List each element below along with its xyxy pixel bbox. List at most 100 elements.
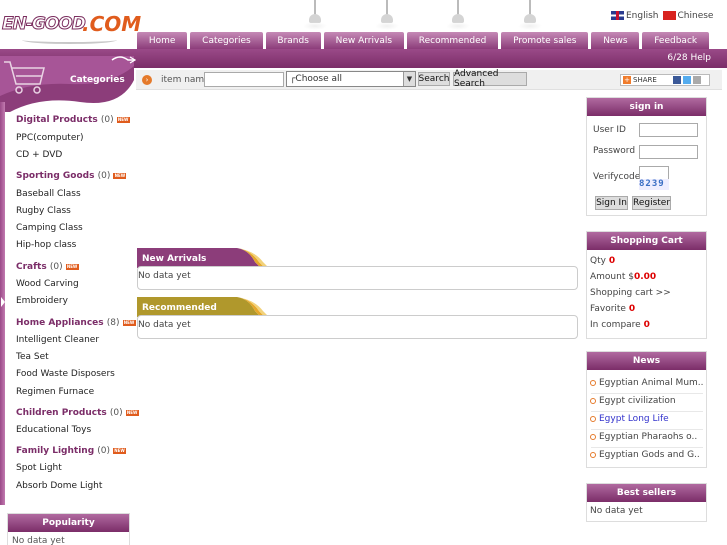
subcategory-link[interactable]: Tea Set — [16, 352, 49, 362]
favorite-link[interactable]: Favorite 0 — [590, 304, 635, 314]
category-crafts[interactable]: Crafts (0) NEW — [16, 262, 79, 272]
category-sporting-goods[interactable]: Sporting Goods (0) NEW — [16, 171, 127, 181]
recommended-box: No data yet — [137, 315, 578, 339]
subcategory-link[interactable]: Hip-hop class — [16, 240, 76, 250]
new-arrivals-title: New Arrivals — [142, 254, 207, 264]
lang-english-link[interactable]: English — [611, 11, 659, 21]
password-label: Password — [593, 146, 636, 156]
new-badge-icon: NEW — [113, 172, 127, 179]
new-badge-icon: NEW — [122, 319, 136, 326]
language-switcher: English Chinese — [611, 10, 713, 22]
bullet-icon — [590, 451, 596, 458]
news-title: News — [587, 352, 706, 370]
date-help-link[interactable]: 6/28 Help — [667, 53, 711, 63]
subcategory-link[interactable]: Wood Carving — [16, 279, 79, 289]
signin-button[interactable]: Sign In — [595, 196, 628, 210]
new-badge-icon: NEW — [65, 263, 79, 270]
share-label: SHARE — [633, 76, 657, 84]
lang-chinese-link[interactable]: Chinese — [662, 11, 714, 21]
bestsellers-title: Best sellers — [587, 484, 706, 502]
category-home-appliances[interactable]: Home Appliances (8) NEW — [16, 318, 136, 328]
verifycode-input[interactable] — [639, 166, 669, 180]
facebook-icon — [672, 76, 681, 84]
subcategory-link[interactable]: Rugby Class — [16, 206, 71, 216]
advanced-search-button[interactable]: Advanced Search — [453, 69, 527, 89]
category-family-lighting[interactable]: Family Lighting (0) NEW — [16, 446, 127, 456]
news-item[interactable]: Egypt civilization — [590, 396, 676, 406]
popularity-box: Popularity No data yet — [7, 513, 130, 545]
uk-flag-icon — [611, 11, 624, 20]
new-arrivals-box: No data yet — [137, 266, 578, 290]
userid-input[interactable] — [639, 123, 698, 137]
lang-english-label: English — [626, 11, 659, 21]
lang-chinese-label: Chinese — [677, 11, 714, 21]
signin-title: sign in — [587, 98, 706, 116]
new-badge-icon: NEW — [113, 447, 127, 454]
subcategory-link[interactable]: Regimen Furnace — [16, 387, 94, 397]
password-input[interactable] — [639, 145, 698, 159]
nav-categories[interactable]: Categories — [189, 31, 264, 49]
compare-link[interactable]: In compare 0 — [590, 320, 650, 330]
category-select[interactable]: ┌Choose all ▼ — [286, 71, 416, 87]
subcategory-link[interactable]: Embroidery — [16, 296, 68, 306]
china-flag-icon — [662, 11, 676, 20]
popularity-empty: No data yet — [12, 536, 65, 545]
shopping-cart-title: Shopping Cart — [587, 232, 706, 250]
nav-new-arrivals[interactable]: New Arrivals — [322, 31, 405, 49]
bestsellers-box: Best sellers — [586, 483, 707, 522]
news-item[interactable]: Egyptian Animal Mum.. — [590, 378, 704, 388]
subcategory-link[interactable]: Intelligent Cleaner — [16, 335, 99, 345]
new-badge-icon: NEW — [125, 409, 139, 416]
news-item[interactable]: Egyptian Pharaohs o.. — [590, 432, 697, 442]
site-logo[interactable]: EN-GOOD .COM — [2, 12, 141, 44]
plus-icon: + — [623, 76, 631, 84]
subcategory-link[interactable]: Camping Class — [16, 223, 83, 233]
nav-feedback[interactable]: Feedback — [641, 31, 710, 49]
chevron-down-icon: ▼ — [403, 72, 415, 86]
bullet-icon — [590, 379, 596, 386]
subcategory-link[interactable]: Food Waste Disposers — [16, 369, 115, 379]
cart-link[interactable]: Shopping cart >> — [590, 288, 671, 298]
nav-home[interactable]: Home — [136, 31, 189, 49]
new-arrivals-empty: No data yet — [138, 271, 191, 281]
subcategory-link[interactable]: Baseball Class — [16, 189, 81, 199]
lamp-icon — [446, 0, 470, 30]
nav-promote-sales[interactable]: Promote sales — [500, 31, 590, 49]
recommended-empty: No data yet — [138, 320, 191, 330]
decor-swirl-icon — [111, 56, 136, 64]
categories-title: Categories — [70, 75, 125, 85]
arrow-right-icon: › — [142, 75, 152, 85]
category-select-value: ┌Choose all — [290, 74, 343, 84]
popularity-title: Popularity — [8, 514, 129, 532]
logo-text-main: EN-GOOD — [2, 14, 87, 35]
subcategory-link[interactable]: Absorb Dome Light — [16, 481, 102, 491]
category-children-products[interactable]: Children Products (0) NEW — [16, 408, 139, 418]
userid-label: User ID — [593, 125, 626, 135]
register-button[interactable]: Register — [632, 196, 671, 210]
subcategory-link[interactable]: PPC(computer) — [16, 133, 84, 143]
news-item[interactable]: Egypt Long Life — [590, 414, 669, 424]
nav-recommended[interactable]: Recommended — [405, 31, 500, 49]
lamp-icon — [375, 0, 399, 30]
search-button[interactable]: Search — [418, 72, 450, 86]
bullet-icon — [590, 433, 596, 440]
news-item[interactable]: Egyptian Gods and G.. — [590, 450, 700, 460]
new-badge-icon: NEW — [116, 116, 130, 123]
lamp-icon — [303, 0, 327, 30]
subcategory-link[interactable]: CD + DVD — [16, 150, 62, 160]
recommended-title: Recommended — [142, 303, 217, 313]
subcategory-link[interactable]: Educational Toys — [16, 425, 91, 435]
nav-brands[interactable]: Brands — [264, 31, 322, 49]
nav-news[interactable]: News — [590, 31, 641, 49]
email-icon — [692, 76, 701, 84]
share-button[interactable]: + SHARE — [620, 74, 710, 86]
logo-text-domain: .COM — [82, 12, 142, 36]
collapse-arrow-icon[interactable] — [1, 297, 5, 307]
twitter-icon — [682, 76, 691, 84]
search-input[interactable] — [204, 72, 284, 87]
cart-amount: Amount $0.00 — [590, 272, 657, 282]
subcategory-link[interactable]: Spot Light — [16, 463, 62, 473]
search-label: item name — [161, 75, 210, 85]
category-digital-products[interactable]: Digital Products (0) NEW — [16, 115, 130, 125]
page: EN-GOOD .COM English Chinese Home Catego… — [0, 0, 727, 545]
